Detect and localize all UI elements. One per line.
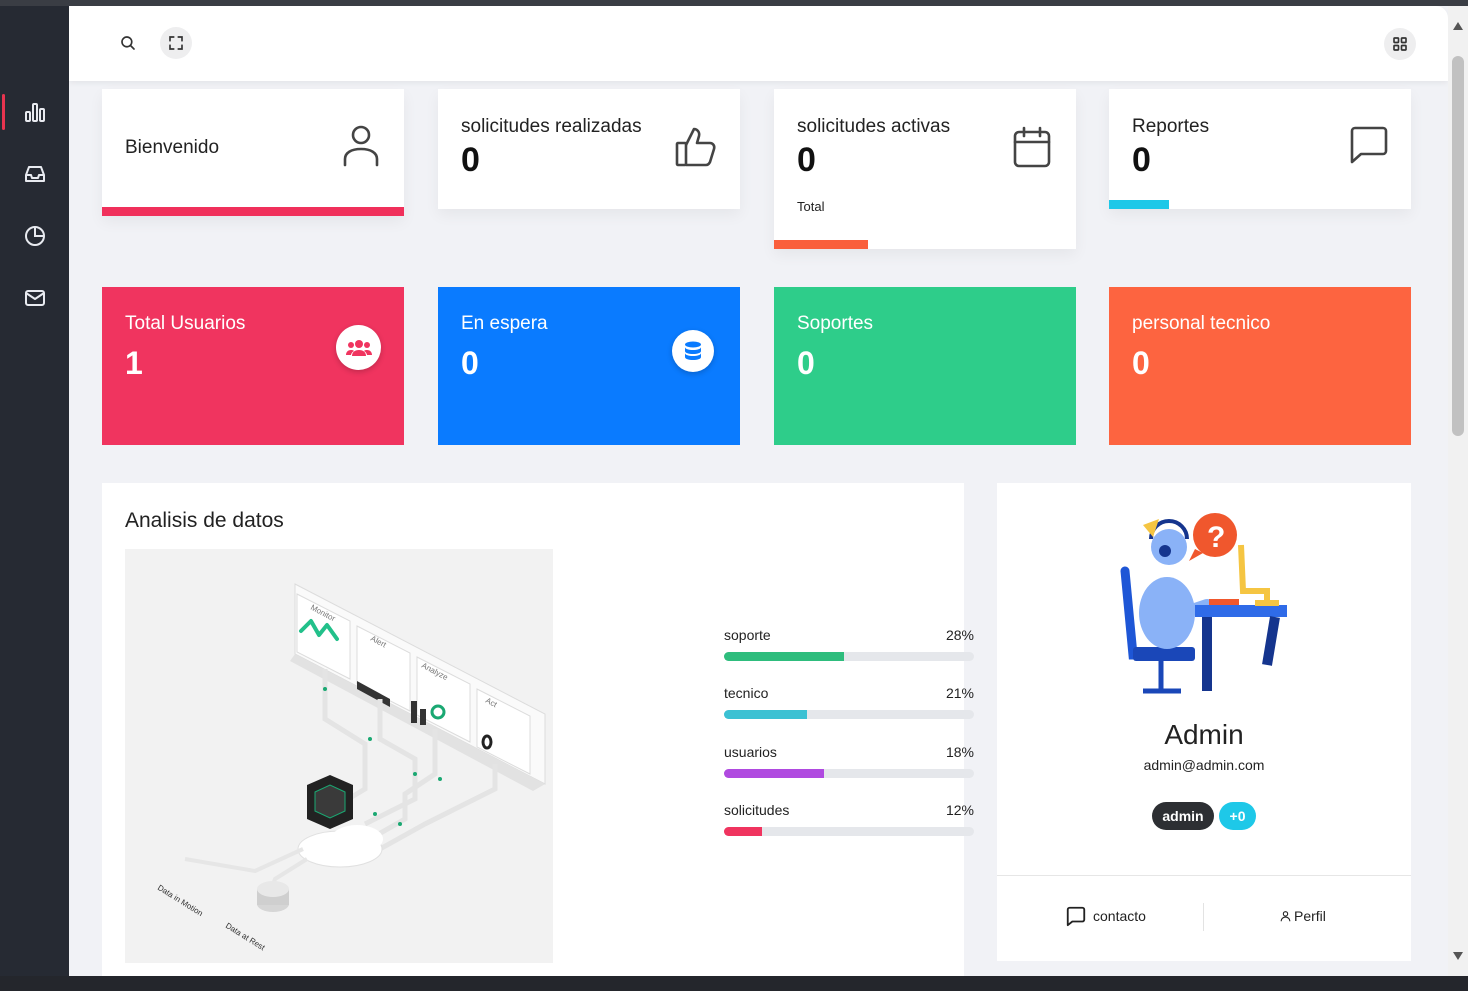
- waiting-card: En espera 0: [438, 287, 740, 445]
- stat-icon-badge: [672, 330, 714, 372]
- progress-percent: 21%: [945, 685, 974, 701]
- card-title: solicitudes activas: [797, 116, 951, 137]
- active-requests-card: solicitudes activas 0 Total: [774, 89, 1076, 249]
- fullscreen-button[interactable]: [160, 27, 192, 59]
- analysis-panel: Analisis de datos Monitor Alert Analyze …: [102, 483, 974, 976]
- card-value: 0: [1132, 141, 1151, 179]
- profile-link[interactable]: Perfil: [1279, 908, 1326, 924]
- database-icon: [685, 341, 701, 360]
- total-users-card: Total Usuarios 1: [102, 287, 404, 445]
- card-title: Reportes: [1132, 116, 1210, 137]
- stat-title: personal tecnico: [1132, 313, 1271, 334]
- count-badge[interactable]: +0: [1219, 802, 1256, 830]
- grid-icon: [1393, 37, 1407, 51]
- scroll-thumb[interactable]: [1452, 56, 1464, 436]
- contact-link[interactable]: contacto: [1065, 905, 1146, 927]
- search-button[interactable]: [112, 27, 144, 59]
- mail-icon: [24, 290, 45, 306]
- profile-email: admin@admin.com: [1143, 757, 1265, 773]
- card-value: 0: [461, 141, 480, 179]
- sidebar-item-dashboard[interactable]: [0, 92, 69, 132]
- stat-title: En espera: [461, 313, 548, 334]
- progress-percent: 18%: [945, 744, 974, 760]
- calendar-icon: [1013, 126, 1051, 168]
- stat-value: 1: [125, 345, 143, 381]
- bar-chart-icon: [24, 103, 45, 122]
- requests-made-card: solicitudes realizadas 0: [438, 89, 740, 209]
- page-scrollbar[interactable]: [1448, 6, 1468, 976]
- illustration-label-data-in-motion: Data in Motion: [156, 883, 205, 918]
- technical-staff-card: personal tecnico 0: [1109, 287, 1411, 445]
- contact-label: contacto: [1093, 908, 1146, 924]
- progress-fill: [724, 710, 807, 719]
- role-badge[interactable]: admin: [1152, 802, 1214, 830]
- inbox-icon: [24, 166, 45, 182]
- stat-title: Soportes: [797, 313, 874, 334]
- progress-label: usuarios: [724, 744, 777, 760]
- progress-fill: [724, 769, 824, 778]
- progress-track: [724, 710, 974, 719]
- apps-button[interactable]: [1384, 28, 1416, 60]
- profile-card: ? Admin admin@admin.com admin +0 contact…: [997, 483, 1411, 961]
- sidebar-item-inbox[interactable]: [0, 154, 69, 194]
- progress-percent: 12%: [945, 802, 974, 818]
- pie-chart-icon: [24, 226, 45, 246]
- progress-label: solicitudes: [724, 802, 790, 818]
- card-value: 0: [797, 141, 816, 179]
- progress-label: tecnico: [724, 685, 769, 701]
- welcome-card: Bienvenido: [102, 89, 404, 216]
- stat-icon-badge: [336, 325, 381, 370]
- scroll-up-arrow-icon[interactable]: [1453, 22, 1463, 30]
- divider: [997, 875, 1411, 876]
- message-icon: [1066, 906, 1086, 927]
- progress-percent: 28%: [945, 627, 974, 643]
- card-progress-bar: [1109, 200, 1170, 209]
- card-progress-bar: [102, 207, 404, 216]
- profile-name: Admin: [1164, 719, 1244, 750]
- progress-label: soporte: [724, 627, 771, 643]
- progress-fill: [724, 827, 762, 836]
- stat-value: 0: [797, 345, 815, 381]
- window-bottom-edge: [0, 976, 1468, 991]
- users-icon: [345, 339, 372, 356]
- message-icon: [1350, 126, 1388, 164]
- sidebar: [0, 6, 69, 976]
- fullscreen-icon: [169, 36, 183, 50]
- scroll-down-arrow-icon[interactable]: [1453, 952, 1463, 960]
- card-title: Bienvenido: [125, 137, 220, 158]
- sidebar-item-reports[interactable]: [0, 216, 69, 256]
- data-pipeline-graphic: Monitor Alert Analyze Act Data in Motion…: [156, 583, 546, 953]
- svg-text:?: ?: [1207, 521, 1225, 554]
- progress-track: [724, 652, 974, 661]
- profile-label: Perfil: [1294, 908, 1326, 924]
- thumbs-up-icon: [675, 127, 716, 167]
- progress-track: [724, 827, 974, 836]
- card-progress-bar: [774, 240, 868, 249]
- progress-track: [724, 769, 974, 778]
- reports-card: Reportes 0: [1109, 89, 1411, 209]
- data-pipeline-illustration: Monitor Alert Analyze Act Data in Motion…: [125, 549, 553, 963]
- progress-fill: [724, 652, 844, 661]
- card-title: solicitudes realizadas: [461, 116, 642, 137]
- supports-card: Soportes 0: [774, 287, 1076, 445]
- stat-value: 0: [461, 345, 479, 381]
- user-icon: [1280, 911, 1291, 922]
- main-content: Bienvenido solicitudes realizadas 0 soli…: [69, 6, 1448, 976]
- card-subtitle: Total: [797, 199, 825, 214]
- sidebar-item-mail[interactable]: [0, 278, 69, 318]
- analysis-title: Analisis de datos: [125, 509, 284, 532]
- search-icon: [121, 36, 135, 50]
- topbar: [69, 6, 1448, 81]
- user-icon: [343, 125, 379, 167]
- stat-value: 0: [1132, 345, 1150, 381]
- support-agent-illustration: ?: [1120, 513, 1287, 694]
- app-window: Bienvenido solicitudes realizadas 0 soli…: [0, 0, 1468, 991]
- illustration-label-data-at-rest: Data at Rest: [224, 921, 267, 953]
- stat-title: Total Usuarios: [125, 313, 246, 334]
- footer-divider: [1203, 903, 1204, 931]
